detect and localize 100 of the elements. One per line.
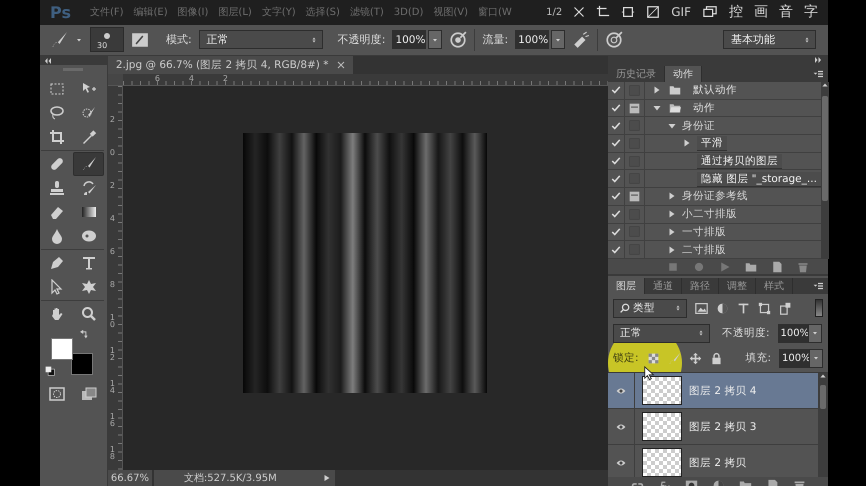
action-name[interactable]: 通过拷贝的图层 (697, 154, 782, 168)
image-filter-icon[interactable] (695, 302, 708, 314)
windows-icon[interactable] (702, 5, 718, 20)
player-button[interactable]: 画 (754, 3, 768, 22)
checkmark-icon[interactable] (611, 156, 621, 166)
layer-name[interactable]: 图层 2 拷贝 4 (689, 384, 756, 398)
disclosure-triangle-icon[interactable] (668, 228, 676, 236)
checkmark-icon[interactable] (611, 120, 621, 131)
opacity-field[interactable]: 100% (778, 324, 808, 342)
dialog-toggle-icon[interactable] (629, 102, 640, 114)
lock-icon[interactable] (710, 352, 723, 364)
scrollbar[interactable] (818, 373, 828, 477)
disclosure-triangle-icon[interactable] (653, 86, 661, 94)
checkmark-icon[interactable] (611, 209, 621, 220)
screen-mode-icon[interactable] (80, 386, 98, 402)
panel-tab[interactable]: 路径 (682, 278, 719, 294)
layer-name[interactable]: 图层 2 拷贝 (689, 456, 746, 470)
scrollbar-thumb[interactable] (820, 385, 826, 409)
menu-item[interactable]: 文字(Y) (256, 5, 301, 20)
menu-item[interactable]: 图层(L) (213, 5, 257, 20)
player-button[interactable]: 控 (729, 3, 743, 22)
layer-row[interactable]: 图层 2 拷贝 3 (608, 409, 818, 445)
menu-item[interactable]: 选择(S) (300, 5, 345, 20)
action-name[interactable]: 动作 (693, 101, 715, 116)
blend-mode-select[interactable]: 正常 (613, 324, 710, 342)
pressure-size-icon[interactable] (605, 30, 624, 49)
shape-filter-icon[interactable] (758, 302, 771, 314)
menu-item[interactable]: 视图(V) (428, 5, 474, 20)
menu-item[interactable]: 窗口(W (473, 5, 517, 20)
disclosure-triangle-icon[interactable] (668, 210, 676, 218)
panel-tab[interactable]: 样式 (756, 278, 793, 294)
menu-arrow-icon[interactable] (322, 474, 331, 482)
document-tab[interactable]: 2.jpg @ 66.7% (图层 2 拷贝 4, RGB/8#) * (108, 56, 352, 74)
dropdown-button[interactable] (809, 348, 823, 368)
disclosure-triangle-icon[interactable] (668, 122, 676, 130)
filter-toggle[interactable] (815, 299, 823, 317)
square-icon[interactable] (621, 5, 636, 20)
eye-icon[interactable] (614, 422, 628, 432)
folder-icon[interactable] (745, 260, 757, 272)
action-name[interactable]: 身份证参考线 (682, 189, 748, 204)
checkmark-icon[interactable] (611, 138, 621, 148)
action-name[interactable]: 默认动作 (693, 83, 737, 98)
filter-select[interactable]: 类型 (613, 298, 687, 318)
move-icon[interactable] (688, 352, 702, 364)
menu-item[interactable]: 滤镜(T) (344, 5, 389, 20)
scrollbar-thumb[interactable] (822, 96, 828, 201)
opacity-field[interactable]: 100% (392, 30, 426, 50)
checkmark-icon[interactable] (611, 174, 621, 184)
mode-select[interactable]: 正常 (198, 30, 323, 50)
disclosure-triangle-icon[interactable] (653, 104, 661, 112)
action-name[interactable]: 隐藏 图层 "_storage_... (697, 172, 821, 186)
brush-panel-icon[interactable] (131, 30, 149, 49)
action-name[interactable]: 平滑 (697, 136, 727, 150)
foreground-color-swatch[interactable] (51, 338, 74, 360)
disclosure-triangle-icon[interactable] (683, 139, 691, 148)
smart-object-filter-icon[interactable] (779, 302, 792, 314)
checkmark-icon[interactable] (611, 191, 621, 202)
menu-item[interactable]: 编辑(E) (128, 5, 173, 20)
workspace-select[interactable]: 基本功能 (723, 30, 816, 50)
menu-item[interactable]: 文件(F) (84, 5, 129, 20)
layer-name[interactable]: 图层 2 拷贝 3 (689, 420, 756, 434)
gif-button[interactable]: GIF (671, 5, 691, 20)
layer-row[interactable]: 图层 2 拷贝 4 (608, 373, 818, 409)
scroll-up-icon[interactable] (819, 373, 827, 379)
brush-size-picker[interactable]: 30 (90, 27, 124, 52)
fill-field[interactable]: 100% (779, 348, 809, 368)
panel-tab[interactable]: 通道 (645, 278, 682, 294)
screenshot-icon[interactable] (646, 5, 660, 20)
trash-icon[interactable] (797, 260, 809, 272)
background-color-swatch[interactable] (71, 353, 94, 375)
action-name[interactable]: 二寸排版 (682, 242, 726, 257)
checkmark-icon[interactable] (611, 244, 621, 255)
disclosure-triangle-icon[interactable] (668, 192, 676, 200)
action-name[interactable]: 身份证 (682, 118, 715, 133)
checkmark-icon[interactable] (611, 103, 621, 114)
panel-tab[interactable]: 调整 (719, 278, 756, 294)
adjustment-filter-icon[interactable] (716, 302, 729, 314)
eye-icon[interactable] (614, 386, 628, 396)
action-name[interactable]: 一寸排版 (682, 224, 726, 239)
disclosure-triangle-icon[interactable] (668, 246, 676, 254)
dialog-toggle-icon[interactable] (629, 190, 640, 202)
panel-tab[interactable]: 动作 (665, 66, 702, 82)
dropdown-button[interactable] (551, 30, 566, 50)
action-name[interactable]: 小二寸排版 (682, 207, 737, 222)
airbrush-icon[interactable] (572, 30, 590, 49)
flow-field[interactable]: 100% (515, 30, 550, 50)
checkmark-icon[interactable] (611, 85, 621, 96)
menu-item[interactable]: 3D(D) (388, 6, 428, 18)
dropdown-button[interactable] (428, 30, 442, 50)
dropdown-button[interactable] (808, 324, 822, 342)
player-button[interactable]: 字 (804, 3, 818, 22)
pressure-opacity-icon[interactable] (449, 30, 468, 49)
eye-icon[interactable] (614, 458, 628, 468)
type-filter-icon[interactable] (737, 302, 750, 314)
player-button[interactable]: 音 (779, 3, 793, 22)
panel-menu-icon[interactable] (812, 69, 824, 79)
new-item-icon[interactable] (771, 260, 783, 272)
brush-icon[interactable] (50, 30, 68, 49)
quick-mask-icon[interactable] (48, 386, 66, 402)
close-icon[interactable] (573, 6, 586, 18)
